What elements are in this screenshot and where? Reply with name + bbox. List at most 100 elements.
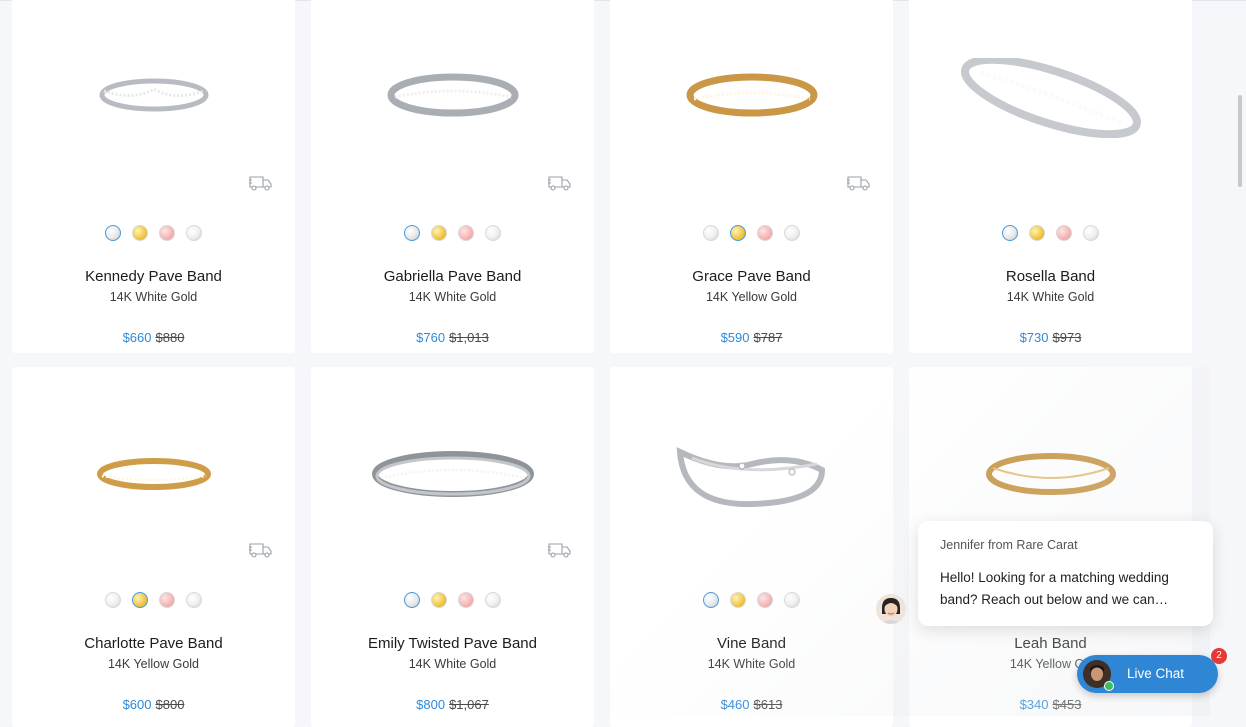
metal-swatch-plat[interactable]: [784, 592, 800, 608]
metal-swatch-white[interactable]: [404, 225, 420, 241]
product-name[interactable]: Charlotte Pave Band: [12, 635, 295, 652]
product-image[interactable]: [311, 0, 594, 190]
product-name[interactable]: Emily Twisted Pave Band: [311, 635, 594, 652]
sale-price: $600: [122, 697, 152, 712]
product-name[interactable]: Leah Band: [909, 635, 1192, 652]
metal-swatch-plat[interactable]: [186, 225, 202, 241]
product-image[interactable]: [12, 0, 295, 190]
sale-price: $800: [416, 697, 446, 712]
metal-swatch-white[interactable]: [105, 225, 121, 241]
product-name[interactable]: Vine Band: [610, 635, 893, 652]
original-price: $453: [1052, 697, 1082, 712]
product-image[interactable]: [909, 0, 1192, 190]
metal-swatch-plat[interactable]: [703, 225, 719, 241]
original-price: $880: [155, 330, 185, 345]
metal-swatch-plat[interactable]: [1083, 225, 1099, 241]
sale-price: $340: [1019, 697, 1049, 712]
truck-icon: [845, 175, 871, 191]
product-price: $460 $613: [610, 697, 893, 712]
original-price: $1,013: [449, 330, 489, 345]
live-chat-label: Live Chat: [1127, 666, 1185, 681]
metal-swatch-plat[interactable]: [485, 592, 501, 608]
metal-swatch-yellow[interactable]: [730, 592, 746, 608]
metal-swatch-rose[interactable]: [458, 225, 474, 241]
truck-icon: [247, 542, 273, 558]
product-card[interactable]: Kennedy Pave Band 14K White Gold $660 $880: [12, 0, 295, 353]
metal-swatch-yellow[interactable]: [1029, 225, 1045, 241]
product-card[interactable]: Charlotte Pave Band 14K Yellow Gold $600 $8…: [12, 367, 295, 727]
product-image[interactable]: [12, 367, 295, 567]
metal-swatch-rose[interactable]: [159, 592, 175, 608]
product-name[interactable]: Grace Pave Band: [610, 268, 893, 285]
metal-swatch-plat[interactable]: [485, 225, 501, 241]
product-name[interactable]: Rosella Band: [909, 268, 1192, 285]
metal-swatch-plat[interactable]: [186, 592, 202, 608]
metal-swatch-yellow[interactable]: [431, 592, 447, 608]
product-card[interactable]: Grace Pave Band 14K Yellow Gold $590 $787: [610, 0, 893, 353]
truck-icon: [546, 175, 572, 191]
metal-swatches: [610, 592, 893, 608]
product-metal: 14K White Gold: [1006, 290, 1095, 304]
metal-swatch-rose[interactable]: [757, 592, 773, 608]
product-metal: 14K White Gold: [408, 290, 497, 304]
original-price: $973: [1052, 330, 1082, 345]
metal-swatch-rose[interactable]: [458, 592, 474, 608]
product-metal: 14K White Gold: [109, 290, 198, 304]
product-image[interactable]: [610, 367, 893, 567]
live-chat-button[interactable]: Live Chat: [1077, 655, 1218, 693]
metal-swatch-yellow[interactable]: [730, 225, 746, 241]
metal-swatch-rose[interactable]: [757, 225, 773, 241]
product-card[interactable]: Emily Twisted Pave Band 14K White Gold $80…: [311, 367, 594, 727]
product-price: $660 $880: [12, 330, 295, 345]
truck-icon: [546, 542, 572, 558]
chat-preview-bubble[interactable]: Jennifer from Rare Carat Hello! Looking …: [918, 521, 1213, 626]
product-card[interactable]: Gabriella Pave Band 14K White Gold $760 $1,…: [311, 0, 594, 353]
product-price: $760 $1,013: [311, 330, 594, 345]
metal-swatch-white[interactable]: [1002, 225, 1018, 241]
sale-price: $760: [416, 330, 446, 345]
sale-price: $590: [720, 330, 750, 345]
metal-swatch-yellow[interactable]: [431, 225, 447, 241]
agent-avatar-icon: [876, 594, 906, 624]
metal-swatches: [610, 225, 893, 241]
sale-price: $730: [1019, 330, 1049, 345]
metal-swatches: [311, 225, 594, 241]
metal-swatches: [909, 225, 1192, 241]
metal-swatches: [12, 225, 295, 241]
product-image[interactable]: [610, 0, 893, 190]
metal-swatch-rose[interactable]: [159, 225, 175, 241]
product-metal: 14K Yellow Gold: [107, 657, 200, 671]
product-price: $800 $1,067: [311, 697, 594, 712]
chat-sender: Jennifer from Rare Carat: [940, 538, 1078, 552]
product-price: $600 $800: [12, 697, 295, 712]
product-metal: 14K White Gold: [707, 657, 796, 671]
metal-swatch-plat[interactable]: [784, 225, 800, 241]
original-price: $800: [155, 697, 185, 712]
product-price: $340 $453: [909, 697, 1192, 712]
metal-swatch-white[interactable]: [404, 592, 420, 608]
product-card[interactable]: Vine Band 14K White Gold $460 $613: [610, 367, 893, 727]
original-price: $787: [753, 330, 783, 345]
product-image[interactable]: [311, 367, 594, 567]
online-status-dot: [1104, 681, 1114, 691]
metal-swatch-rose[interactable]: [1056, 225, 1072, 241]
metal-swatches: [12, 592, 295, 608]
product-price: $590 $787: [610, 330, 893, 345]
product-metal: 14K Yellow Gold: [705, 290, 798, 304]
product-card[interactable]: Rosella Band 14K White Gold $730 $973: [909, 0, 1192, 353]
sale-price: $460: [720, 697, 750, 712]
product-metal: 14K White Gold: [408, 657, 497, 671]
metal-swatch-yellow[interactable]: [132, 592, 148, 608]
truck-icon: [247, 175, 273, 191]
product-price: $730 $973: [909, 330, 1192, 345]
original-price: $1,067: [449, 697, 489, 712]
sale-price: $660: [122, 330, 152, 345]
scrollbar-thumb[interactable]: [1238, 95, 1242, 187]
product-name[interactable]: Kennedy Pave Band: [12, 268, 295, 285]
metal-swatch-yellow[interactable]: [132, 225, 148, 241]
metal-swatch-white[interactable]: [703, 592, 719, 608]
product-name[interactable]: Gabriella Pave Band: [311, 268, 594, 285]
unread-badge: 2: [1211, 648, 1227, 664]
metal-swatch-plat[interactable]: [105, 592, 121, 608]
chat-message: Hello! Looking for a matching wedding ba…: [940, 570, 1169, 607]
